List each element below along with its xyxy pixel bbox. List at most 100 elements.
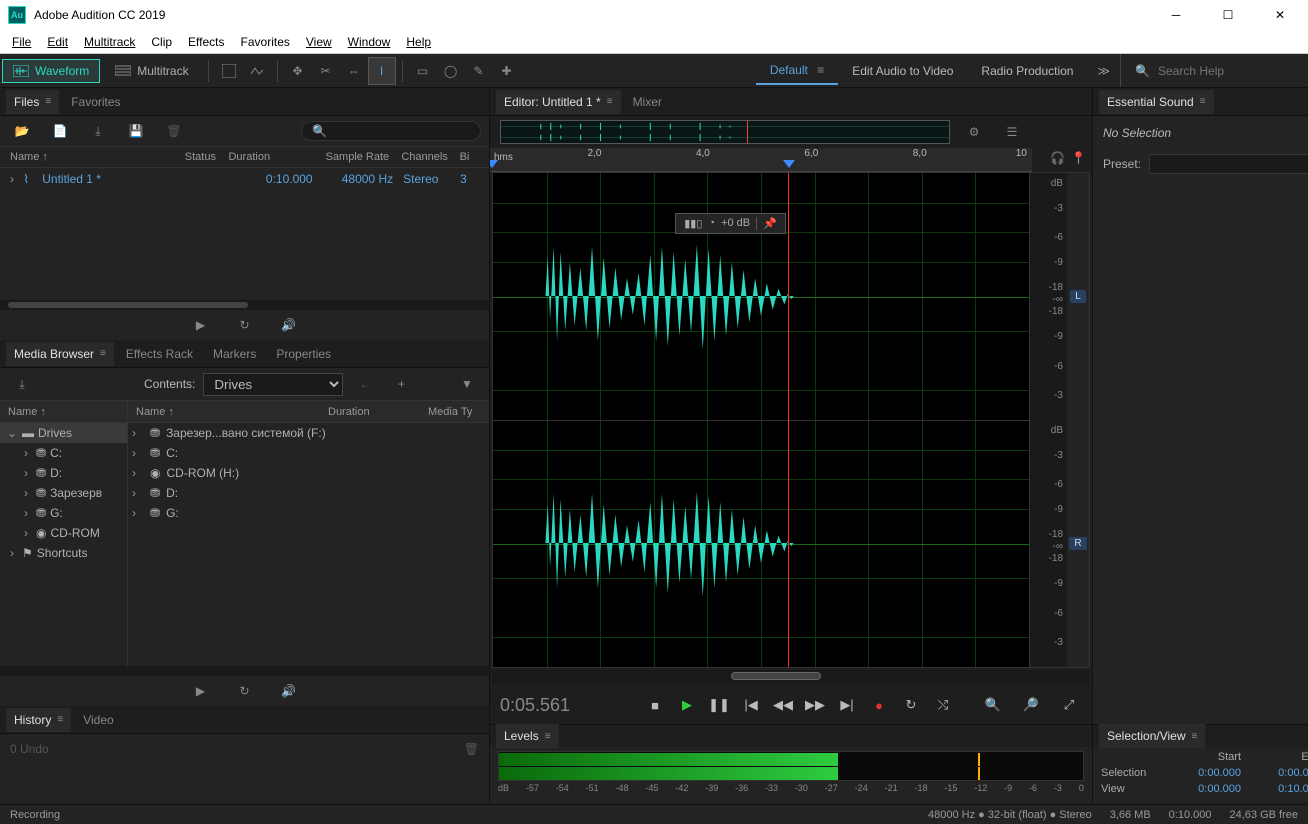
tab-history[interactable]: History≡ — [6, 708, 71, 732]
rewind-button[interactable]: ◀◀ — [770, 692, 796, 718]
files-header-name[interactable]: Name ↑ — [10, 151, 185, 163]
zoom-out-button[interactable]: 🔎 — [1018, 692, 1044, 718]
overview-waveform[interactable] — [500, 120, 950, 144]
media-loop-button[interactable]: ↻ — [231, 677, 259, 705]
open-file-icon[interactable]: 📂 — [8, 117, 36, 145]
spectral-freq-tool[interactable] — [215, 57, 243, 85]
tab-essential-sound[interactable]: Essential Sound≡ — [1099, 90, 1214, 114]
slip-tool[interactable]: ⇔ — [340, 57, 368, 85]
list-item[interactable]: ›⛃D: — [128, 483, 489, 503]
hud-knob-icon[interactable]: ◔ — [708, 217, 715, 229]
tab-favorites[interactable]: Favorites — [63, 90, 128, 114]
tree-drive-reserved[interactable]: ›⛃Зарезерв — [0, 483, 127, 503]
skip-selection-button[interactable]: ⤭ — [930, 692, 956, 718]
zoom-full-button[interactable]: ⤢ — [1056, 692, 1082, 718]
media-left-header-name[interactable]: Name ↑ — [0, 406, 127, 418]
files-header-bit[interactable]: Bi — [460, 151, 479, 163]
overview-list-icon[interactable]: ☰ — [998, 118, 1026, 146]
tree-cdrom[interactable]: ›◉CD-ROM — [0, 523, 127, 543]
tab-selection-view[interactable]: Selection/View≡ — [1099, 724, 1205, 748]
list-item[interactable]: ›⛃C: — [128, 443, 489, 463]
brush-tool[interactable]: ✎ — [465, 57, 493, 85]
tree-drives[interactable]: ⌄▬Drives — [0, 423, 127, 443]
menu-help[interactable]: Help — [398, 32, 439, 52]
zoom-in-button[interactable]: 🔍 — [980, 692, 1006, 718]
overview-zoom-icon[interactable]: ⚙ — [960, 118, 988, 146]
filter-icon[interactable]: ▼ — [453, 370, 481, 398]
pause-button[interactable]: ❚❚ — [706, 692, 732, 718]
media-up-icon[interactable]: ⤓ — [8, 370, 36, 398]
tab-editor[interactable]: Editor: Untitled 1 *≡ — [496, 90, 621, 114]
tab-levels[interactable]: Levels≡ — [496, 724, 559, 748]
tree-drive-d[interactable]: ›⛃D: — [0, 463, 127, 483]
stop-button[interactable]: ■ — [642, 692, 668, 718]
media-header-type[interactable]: Media Ty — [428, 406, 472, 418]
media-header-duration[interactable]: Duration — [328, 406, 428, 418]
hud-gain-value[interactable]: +0 dB — [721, 217, 750, 229]
move-tool[interactable]: ✥ — [284, 57, 312, 85]
tree-drive-g[interactable]: ›⛃G: — [0, 503, 127, 523]
search-help-box[interactable]: 🔍 — [1120, 54, 1308, 87]
timeline-ruler[interactable]: hms 2,0 4,0 6,0 8,0 10 — [490, 148, 1032, 172]
workspace-more[interactable]: ≫ — [1087, 58, 1120, 84]
level-meter[interactable] — [498, 751, 1084, 781]
history-trash-icon[interactable]: 🗑 — [464, 742, 479, 756]
headphones-icon[interactable]: 🎧 — [1050, 151, 1065, 165]
media-header-name[interactable]: Name ↑ — [128, 406, 328, 418]
menu-view[interactable]: View — [298, 32, 340, 52]
pin-icon[interactable]: 📍 — [1071, 151, 1086, 165]
razor-tool[interactable]: ✂ — [312, 57, 340, 85]
contents-dropdown[interactable]: Drives — [203, 373, 343, 396]
menu-clip[interactable]: Clip — [143, 32, 180, 52]
files-scrollbar[interactable] — [0, 300, 489, 310]
menu-edit[interactable]: Edit — [39, 32, 76, 52]
file-row[interactable]: › ⌇ Untitled 1 * 0:10.000 48000 Hz Stere… — [0, 168, 489, 190]
preview-loop-button[interactable]: ↻ — [231, 311, 259, 339]
trash-icon[interactable]: 🗑 — [160, 117, 188, 145]
healing-tool[interactable]: ✚ — [493, 57, 521, 85]
lasso-tool[interactable]: ◯ — [437, 57, 465, 85]
tab-media-browser[interactable]: Media Browser≡ — [6, 342, 114, 366]
timecode[interactable]: 0:05.561 — [500, 695, 600, 716]
menu-effects[interactable]: Effects — [180, 32, 232, 52]
media-scrollbar[interactable] — [0, 666, 489, 676]
insert-icon[interactable]: ⤓ — [84, 117, 112, 145]
play-button[interactable]: ▶ — [674, 692, 700, 718]
maximize-button[interactable]: ☐ — [1208, 3, 1248, 27]
list-item[interactable]: ›⛃G: — [128, 503, 489, 523]
range-start-handle[interactable] — [490, 160, 498, 168]
minimize-button[interactable]: ─ — [1156, 3, 1196, 27]
list-item[interactable]: ›⛃Зарезер...вано системой (F:) — [128, 423, 489, 443]
files-header-duration[interactable]: Duration — [228, 151, 325, 163]
tree-drive-c[interactable]: ›⛃C: — [0, 443, 127, 463]
new-file-icon[interactable]: 📄 — [46, 117, 74, 145]
panel-menu-icon[interactable]: ≡ — [45, 96, 51, 107]
menu-favorites[interactable]: Favorites — [233, 32, 298, 52]
selview-selection-end[interactable]: 0:00.000 — [1251, 767, 1308, 779]
close-button[interactable]: ✕ — [1260, 3, 1300, 27]
tab-video[interactable]: Video — [75, 708, 121, 732]
go-to-start-button[interactable]: |◀ — [738, 692, 764, 718]
files-header-status[interactable]: Status — [185, 151, 229, 163]
selview-selection-start[interactable]: 0:00.000 — [1171, 767, 1241, 779]
preset-input[interactable] — [1149, 154, 1308, 174]
tab-markers[interactable]: Markers — [205, 342, 264, 366]
spectral-pitch-tool[interactable] — [243, 57, 271, 85]
save-icon[interactable]: 💾 — [122, 117, 150, 145]
marquee-tool[interactable]: ▭ — [409, 57, 437, 85]
forward-button[interactable]: ▶▶ — [802, 692, 828, 718]
preview-autoplay-button[interactable]: 🔊 — [275, 311, 303, 339]
loop-playback-button[interactable]: ↻ — [898, 692, 924, 718]
tab-files[interactable]: Files≡ — [6, 90, 59, 114]
horizontal-scrollbar[interactable] — [492, 670, 1090, 684]
record-button[interactable]: ● — [866, 692, 892, 718]
channel-right-badge[interactable]: R — [1069, 537, 1086, 550]
search-help-input[interactable] — [1158, 64, 1298, 78]
workspace-radio[interactable]: Radio Production — [967, 58, 1087, 84]
workspace-edit-audio-video[interactable]: Edit Audio to Video — [838, 58, 967, 84]
files-search-input[interactable]: 🔍 — [301, 121, 481, 141]
preview-play-button[interactable]: ▶ — [187, 311, 215, 339]
playhead-handle[interactable] — [783, 160, 795, 168]
back-icon[interactable]: ← — [351, 370, 379, 398]
new-folder-icon[interactable]: + — [387, 370, 415, 398]
